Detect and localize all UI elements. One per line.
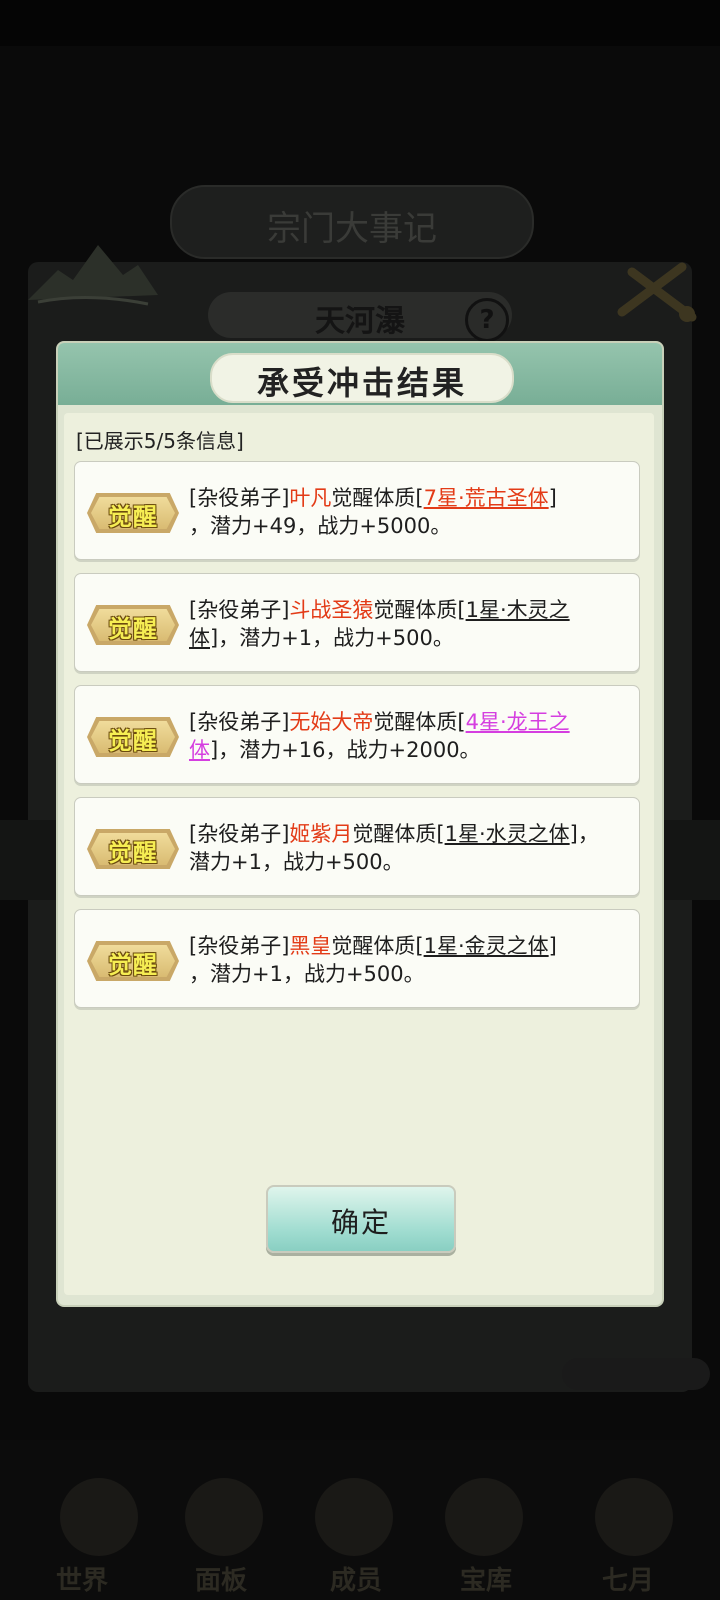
sect-events-banner: 宗门大事记 (170, 185, 534, 259)
action-text: 觉醒体质 (373, 598, 458, 622)
awaken-badge-icon: 觉醒 (87, 941, 179, 981)
result-text: [杂役弟子]黑皇觉醒体质[1星·金灵之体] ，潜力+1，战力+500。 (189, 932, 619, 988)
disciple-name: 无始大帝 (289, 710, 374, 734)
badge-label: 觉醒 (108, 839, 158, 867)
awaken-badge-icon: 觉醒 (87, 829, 179, 869)
badge-label: 觉醒 (108, 951, 158, 979)
nav-members-icon (315, 1478, 393, 1556)
disciple-rank: [杂役弟子] (189, 934, 290, 958)
disciple-name: 斗战圣猿 (289, 598, 374, 622)
disciple-rank: [杂役弟子] (189, 710, 290, 734)
bracket-close: ] (548, 486, 557, 510)
bracket-close: ] (210, 738, 219, 762)
nav-panel-icon (185, 1478, 263, 1556)
stat-gain-text: ，潜力+1，战力+500。 (189, 962, 425, 986)
stat-gain-text: ，潜力+1，战力+500。 (218, 626, 454, 650)
bracket-open: [ (457, 710, 466, 734)
constitution-link[interactable]: 1星·金灵之体 (424, 934, 549, 958)
bracket-open: [ (415, 486, 424, 510)
awaken-badge-icon: 觉醒 (87, 717, 179, 757)
badge-label: 觉醒 (108, 503, 158, 531)
mountain-icon (28, 245, 158, 306)
disciple-rank: [杂役弟子] (189, 822, 290, 846)
result-entry: 觉醒 [杂役弟子]斗战圣猿觉醒体质[1星·木灵之体]，潜力+1，战力+500。 (74, 573, 640, 672)
bracket-open: [ (415, 934, 424, 958)
bracket-close: ] (548, 934, 557, 958)
action-text: 觉醒体质 (352, 822, 437, 846)
badge-label: 觉醒 (108, 615, 158, 643)
action-text: 觉醒体质 (373, 710, 458, 734)
constitution-link[interactable]: 1星·水灵之体 (445, 822, 570, 846)
result-text: [杂役弟子]姬紫月觉醒体质[1星·水灵之体]，潜力+1，战力+500。 (189, 820, 619, 876)
stat-gain-text: ，潜力+16，战力+2000。 (218, 738, 481, 762)
nav-item-members[interactable]: 成员 (330, 1560, 382, 1597)
info-count-text: [已展示5/5条信息] (76, 429, 244, 453)
result-text: [杂役弟子]无始大帝觉醒体质[4星·龙王之体]，潜力+16，战力+2000。 (189, 708, 619, 764)
dialog-header: 承受冲击结果 (58, 343, 662, 405)
status-bar (0, 0, 720, 46)
impact-result-dialog: 承受冲击结果 [已展示5/5条信息] 觉醒 [杂役弟子]叶凡觉醒体质[7星·荒古… (58, 343, 662, 1305)
dialog-title-box: 承受冲击结果 (210, 353, 514, 403)
bracket-open: [ (457, 598, 466, 622)
dialog-body: [已展示5/5条信息] 觉醒 [杂役弟子]叶凡觉醒体质[7星·荒古圣体] ，潜力+… (64, 413, 654, 1295)
nav-item-july[interactable]: 七月 (602, 1560, 654, 1597)
disciple-rank: [杂役弟子] (189, 486, 290, 510)
background-tab (562, 1358, 710, 1390)
result-entry: 觉醒 [杂役弟子]无始大帝觉醒体质[4星·龙王之体]，潜力+16，战力+2000… (74, 685, 640, 784)
result-text: [杂役弟子]斗战圣猿觉醒体质[1星·木灵之体]，潜力+1，战力+500。 (189, 596, 619, 652)
dialog-title: 承受冲击结果 (256, 364, 467, 402)
result-text: [杂役弟子]叶凡觉醒体质[7星·荒古圣体] ，潜力+49，战力+5000。 (189, 484, 619, 540)
nav-treasury-icon (445, 1478, 523, 1556)
result-entry: 觉醒 [杂役弟子]黑皇觉醒体质[1星·金灵之体] ，潜力+1，战力+500。 (74, 909, 640, 1008)
stat-gain-text: ，潜力+49，战力+5000。 (189, 514, 452, 538)
disciple-name: 叶凡 (289, 486, 332, 510)
nav-world-icon (60, 1478, 138, 1556)
result-entry: 觉醒 [杂役弟子]姬紫月觉醒体质[1星·水灵之体]，潜力+1，战力+500。 (74, 797, 640, 896)
awaken-badge-icon: 觉醒 (87, 605, 179, 645)
action-text: 觉醒体质 (331, 934, 416, 958)
bracket-close: ] (210, 626, 219, 650)
bracket-open: [ (436, 822, 445, 846)
confirm-button[interactable]: 确定 (266, 1185, 456, 1253)
result-list[interactable]: 觉醒 [杂役弟子]叶凡觉醒体质[7星·荒古圣体] ，潜力+49，战力+5000。 … (74, 461, 644, 1021)
nav-item-world[interactable]: 世界 (56, 1560, 108, 1597)
help-icon[interactable]: ? (465, 298, 509, 342)
awaken-badge-icon: 觉醒 (87, 493, 179, 533)
disciple-rank: [杂役弟子] (189, 598, 290, 622)
disciple-name: 姬紫月 (289, 822, 353, 846)
confirm-label: 确定 (330, 1206, 391, 1239)
nav-item-panel[interactable]: 面板 (195, 1560, 247, 1597)
disciple-name: 黑皇 (289, 934, 332, 958)
nav-july-icon (595, 1478, 673, 1556)
badge-label: 觉醒 (108, 727, 158, 755)
nav-item-treasury[interactable]: 宝库 (460, 1560, 512, 1597)
banner-title: 宗门大事记 (267, 209, 437, 249)
bracket-close: ] (569, 822, 578, 846)
constitution-link[interactable]: 7星·荒古圣体 (424, 486, 549, 510)
result-entry: 觉醒 [杂役弟子]叶凡觉醒体质[7星·荒古圣体] ，潜力+49，战力+5000。 (74, 461, 640, 560)
cloud-ornament-icon (617, 262, 697, 322)
action-text: 觉醒体质 (331, 486, 416, 510)
